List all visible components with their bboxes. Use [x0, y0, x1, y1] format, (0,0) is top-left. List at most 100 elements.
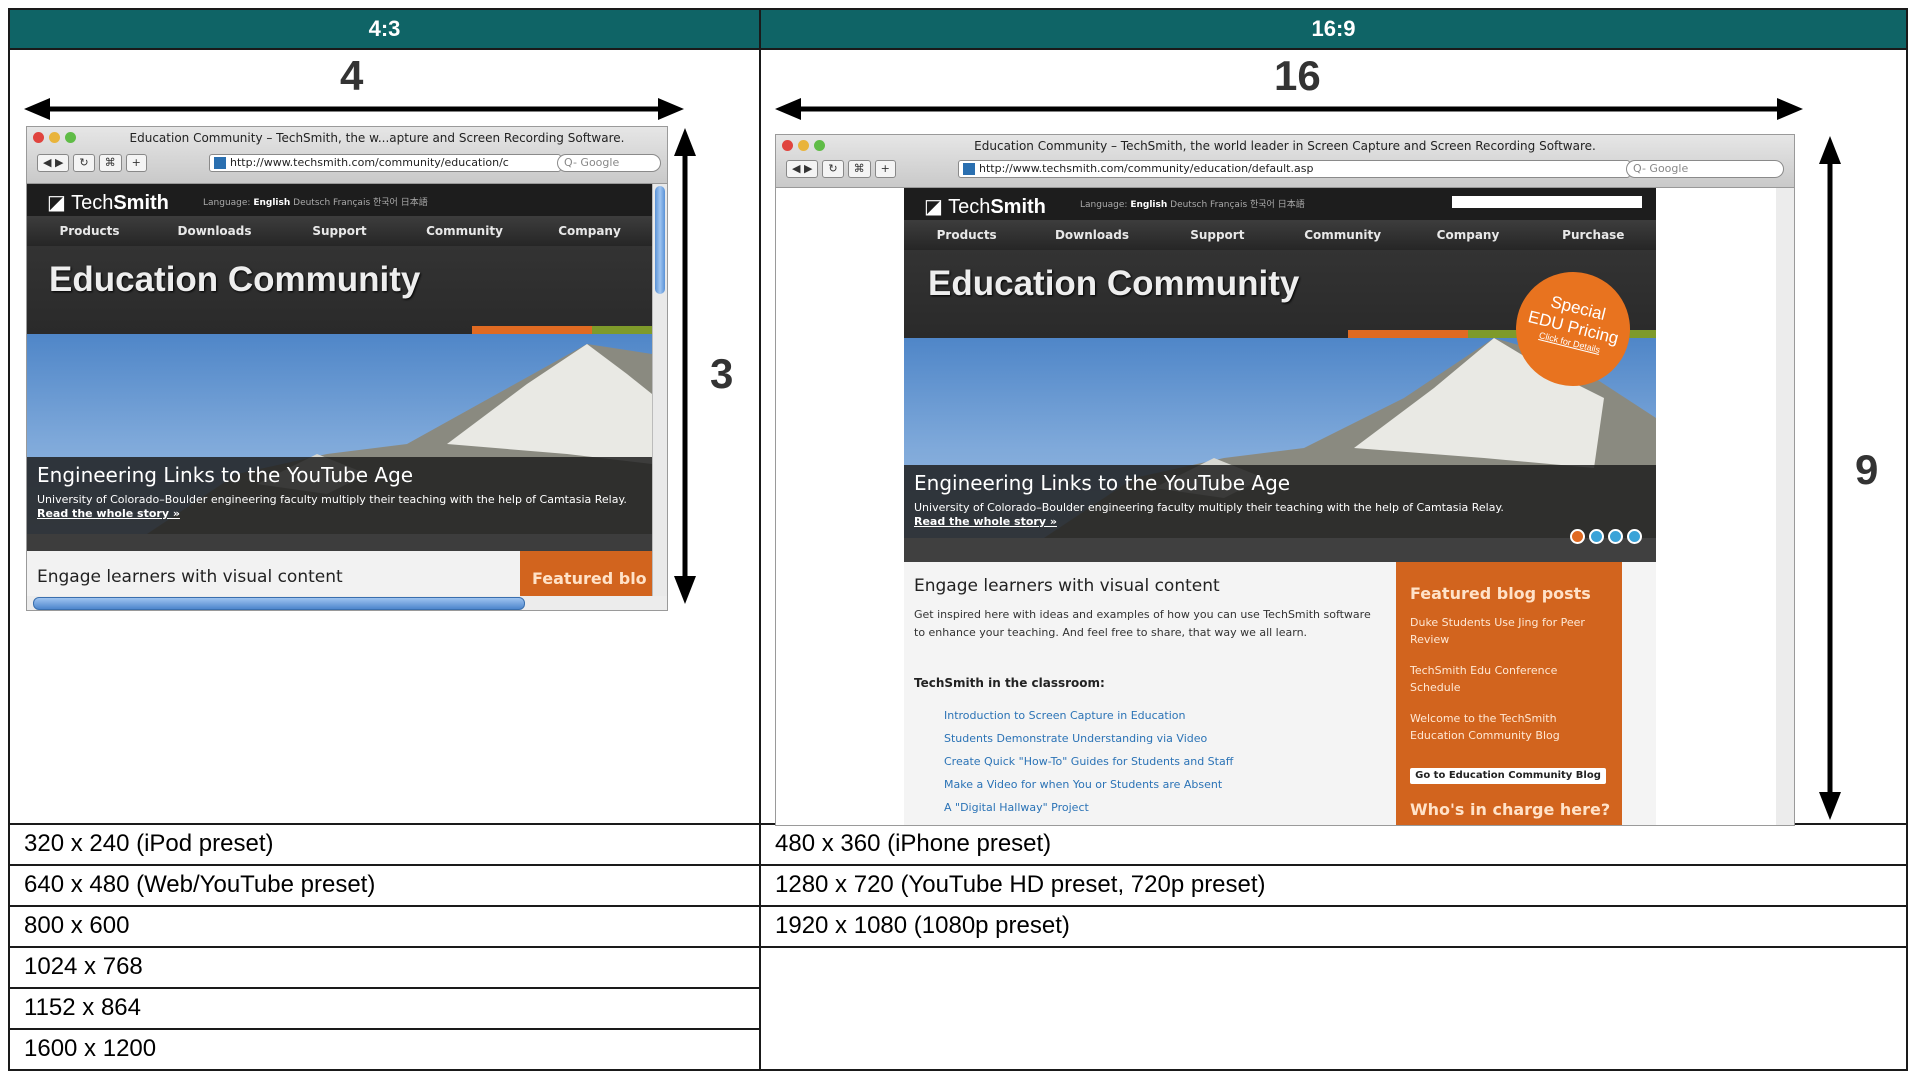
browser-chrome: Education Community – TechSmith, the w..… [27, 127, 667, 185]
blog-button[interactable]: Go to Education Community Blog [1410, 768, 1606, 785]
nav-downloads[interactable]: Downloads [1029, 220, 1154, 250]
height-label-3: 3 [710, 350, 734, 398]
content-area: Engage learners with visual content Get … [904, 562, 1656, 826]
aspect-ratio-table: 4:3 16:9 4 3 Education Community – TechS… [8, 7, 1908, 1072]
featured-box: Featured blog posts Duke Students Use Ji… [1396, 562, 1622, 826]
classroom-link[interactable]: Create Quick "How-To" Guides for Student… [944, 750, 1233, 773]
engage-text: Get inspired here with ideas and example… [914, 608, 1371, 640]
nav-support[interactable]: Support [1155, 220, 1280, 250]
url-field[interactable]: http://www.techsmith.com/community/educa… [209, 154, 561, 173]
height-arrow-4-3 [674, 128, 696, 605]
add-icon[interactable]: + [874, 160, 896, 179]
url-text: http://www.techsmith.com/community/educa… [979, 162, 1314, 176]
banner-stripe-green [592, 326, 652, 335]
classroom-link[interactable]: A "Digital Hallway" Project [944, 796, 1233, 819]
language-selector[interactable]: Language: English Deutsch Français 한국어 日… [1080, 197, 1305, 210]
search-field[interactable]: Q- Google [1626, 160, 1784, 179]
browser-screenshot-4-3: Education Community – TechSmith, the w..… [26, 126, 668, 612]
story-panel: Engineering Links to the YouTube Age Uni… [904, 465, 1656, 563]
banner-stripe-orange [1348, 330, 1468, 339]
site-search-input[interactable] [1452, 196, 1642, 209]
site-nav: Products Downloads Support Community Com… [904, 220, 1656, 251]
height-arrow-16-9 [1819, 136, 1841, 821]
vertical-scroll-thumb[interactable] [655, 186, 665, 295]
nav-support[interactable]: Support [277, 216, 402, 246]
carousel-dot[interactable] [1589, 529, 1604, 545]
browser-chrome: Education Community – TechSmith, the wor… [776, 135, 1794, 189]
row-4-3-4: 1024 x 768 [8, 945, 761, 989]
row-4-3-3: 800 x 600 [8, 904, 761, 948]
engage-heading: Engage learners with visual content [914, 576, 1220, 597]
window-title: Education Community – TechSmith, the wor… [974, 139, 1596, 154]
nav-company[interactable]: Company [1405, 220, 1530, 250]
cell-4-3-illustration: 4 3 Education Community – TechSmith, the… [8, 48, 761, 825]
nav-community[interactable]: Community [1280, 220, 1405, 250]
header-4-3: 4:3 [8, 7, 761, 51]
banner-title: Education Community [928, 264, 1300, 304]
classroom-links: Introduction to Screen Capture in Educat… [944, 704, 1233, 819]
favicon-icon [214, 157, 226, 170]
story-title[interactable]: Engineering Links to the YouTube Age [37, 463, 413, 487]
engage-heading: Engage learners with visual content [37, 567, 343, 588]
classroom-link[interactable]: Make a Video for when You or Students ar… [944, 773, 1233, 796]
url-field[interactable]: http://www.techsmith.com/community/educa… [958, 160, 1630, 179]
carousel-dot[interactable] [1608, 529, 1623, 545]
story-title[interactable]: Engineering Links to the YouTube Age [914, 471, 1290, 495]
banner-title: Education Community [49, 260, 421, 300]
width-label-16: 16 [1274, 52, 1321, 100]
nav-company[interactable]: Company [527, 216, 652, 246]
height-label-9: 9 [1855, 446, 1879, 494]
row-16-9-2: 1280 x 720 (YouTube HD preset, 720p pres… [759, 863, 1908, 907]
story-text: University of Colorado–Boulder engineeri… [37, 493, 627, 521]
carousel-dot-active[interactable] [1570, 529, 1585, 545]
bookmark-icon[interactable]: ⌘ [847, 160, 871, 179]
language-selector[interactable]: Language: English Deutsch Français 한국어 日… [203, 195, 428, 208]
featured-title: Featured blog posts [1410, 584, 1591, 604]
bookmark-icon[interactable]: ⌘ [98, 154, 122, 173]
nav-purchase[interactable]: Purchase [1531, 220, 1656, 250]
carousel-dot[interactable] [1627, 529, 1642, 545]
banner: Education Community [27, 246, 652, 335]
back-forward-icon[interactable]: ◀ ▶ [37, 154, 70, 173]
back-forward-icon[interactable]: ◀ ▶ [786, 160, 819, 179]
nav-products[interactable]: Products [27, 216, 152, 246]
horizontal-scroll-thumb[interactable] [33, 597, 525, 611]
toolbar-buttons: ◀ ▶ ↻ ⌘ + [37, 154, 147, 173]
nav-downloads[interactable]: Downloads [152, 216, 277, 246]
site-nav: Products Downloads Support Community Com… [27, 216, 652, 247]
featured-item[interactable]: Welcome to the TechSmith Education Commu… [1410, 710, 1610, 744]
row-16-9-empty [759, 945, 1908, 1072]
classroom-link[interactable]: Students Demonstrate Understanding via V… [944, 727, 1233, 750]
site-viewport: ◪ TechSmith Language: English Deutsch Fr… [776, 188, 1776, 826]
window-title: Education Community – TechSmith, the w..… [129, 131, 625, 146]
row-16-9-1: 480 x 360 (iPhone preset) [759, 822, 1908, 866]
add-icon[interactable]: + [125, 154, 147, 173]
carousel-dots[interactable] [1570, 529, 1642, 545]
url-text: http://www.techsmith.com/community/educa… [230, 156, 509, 170]
featured-items: Duke Students Use Jing for Peer Review T… [1410, 614, 1610, 744]
header-16-9: 16:9 [759, 7, 1908, 51]
reload-icon[interactable]: ↻ [73, 154, 95, 173]
featured-item[interactable]: Duke Students Use Jing for Peer Review [1410, 614, 1610, 648]
site-viewport: ◪ TechSmith Language: English Deutsch Fr… [27, 184, 652, 597]
vertical-scrollbar[interactable] [652, 184, 667, 597]
classroom-link[interactable]: Introduction to Screen Capture in Educat… [944, 704, 1233, 727]
cell-16-9-illustration: 16 9 Education Community – TechSmith, th… [759, 48, 1908, 827]
nav-community[interactable]: Community [402, 216, 527, 246]
width-arrow-4-3 [24, 98, 684, 121]
reload-icon[interactable]: ↻ [822, 160, 844, 179]
search-field[interactable]: Q- Google [557, 154, 661, 173]
classroom-title: TechSmith in the classroom: [914, 676, 1105, 691]
toolbar-buttons: ◀ ▶ ↻ ⌘ + [786, 160, 896, 179]
favicon-icon [963, 163, 975, 176]
story-link[interactable]: Read the whole story » [37, 507, 180, 520]
techsmith-logo[interactable]: ◪ TechSmith [47, 190, 169, 215]
row-16-9-3: 1920 x 1080 (1080p preset) [759, 904, 1908, 948]
story-link[interactable]: Read the whole story » [914, 515, 1057, 528]
featured-item[interactable]: TechSmith Edu Conference Schedule [1410, 662, 1610, 696]
nav-products[interactable]: Products [904, 220, 1029, 250]
row-4-3-1: 320 x 240 (iPod preset) [8, 822, 761, 866]
site-page: ◪ TechSmith Language: English Deutsch Fr… [904, 188, 1656, 826]
who-in-charge: Who's in charge here? [1410, 800, 1611, 820]
techsmith-logo[interactable]: ◪ TechSmith [924, 194, 1046, 219]
